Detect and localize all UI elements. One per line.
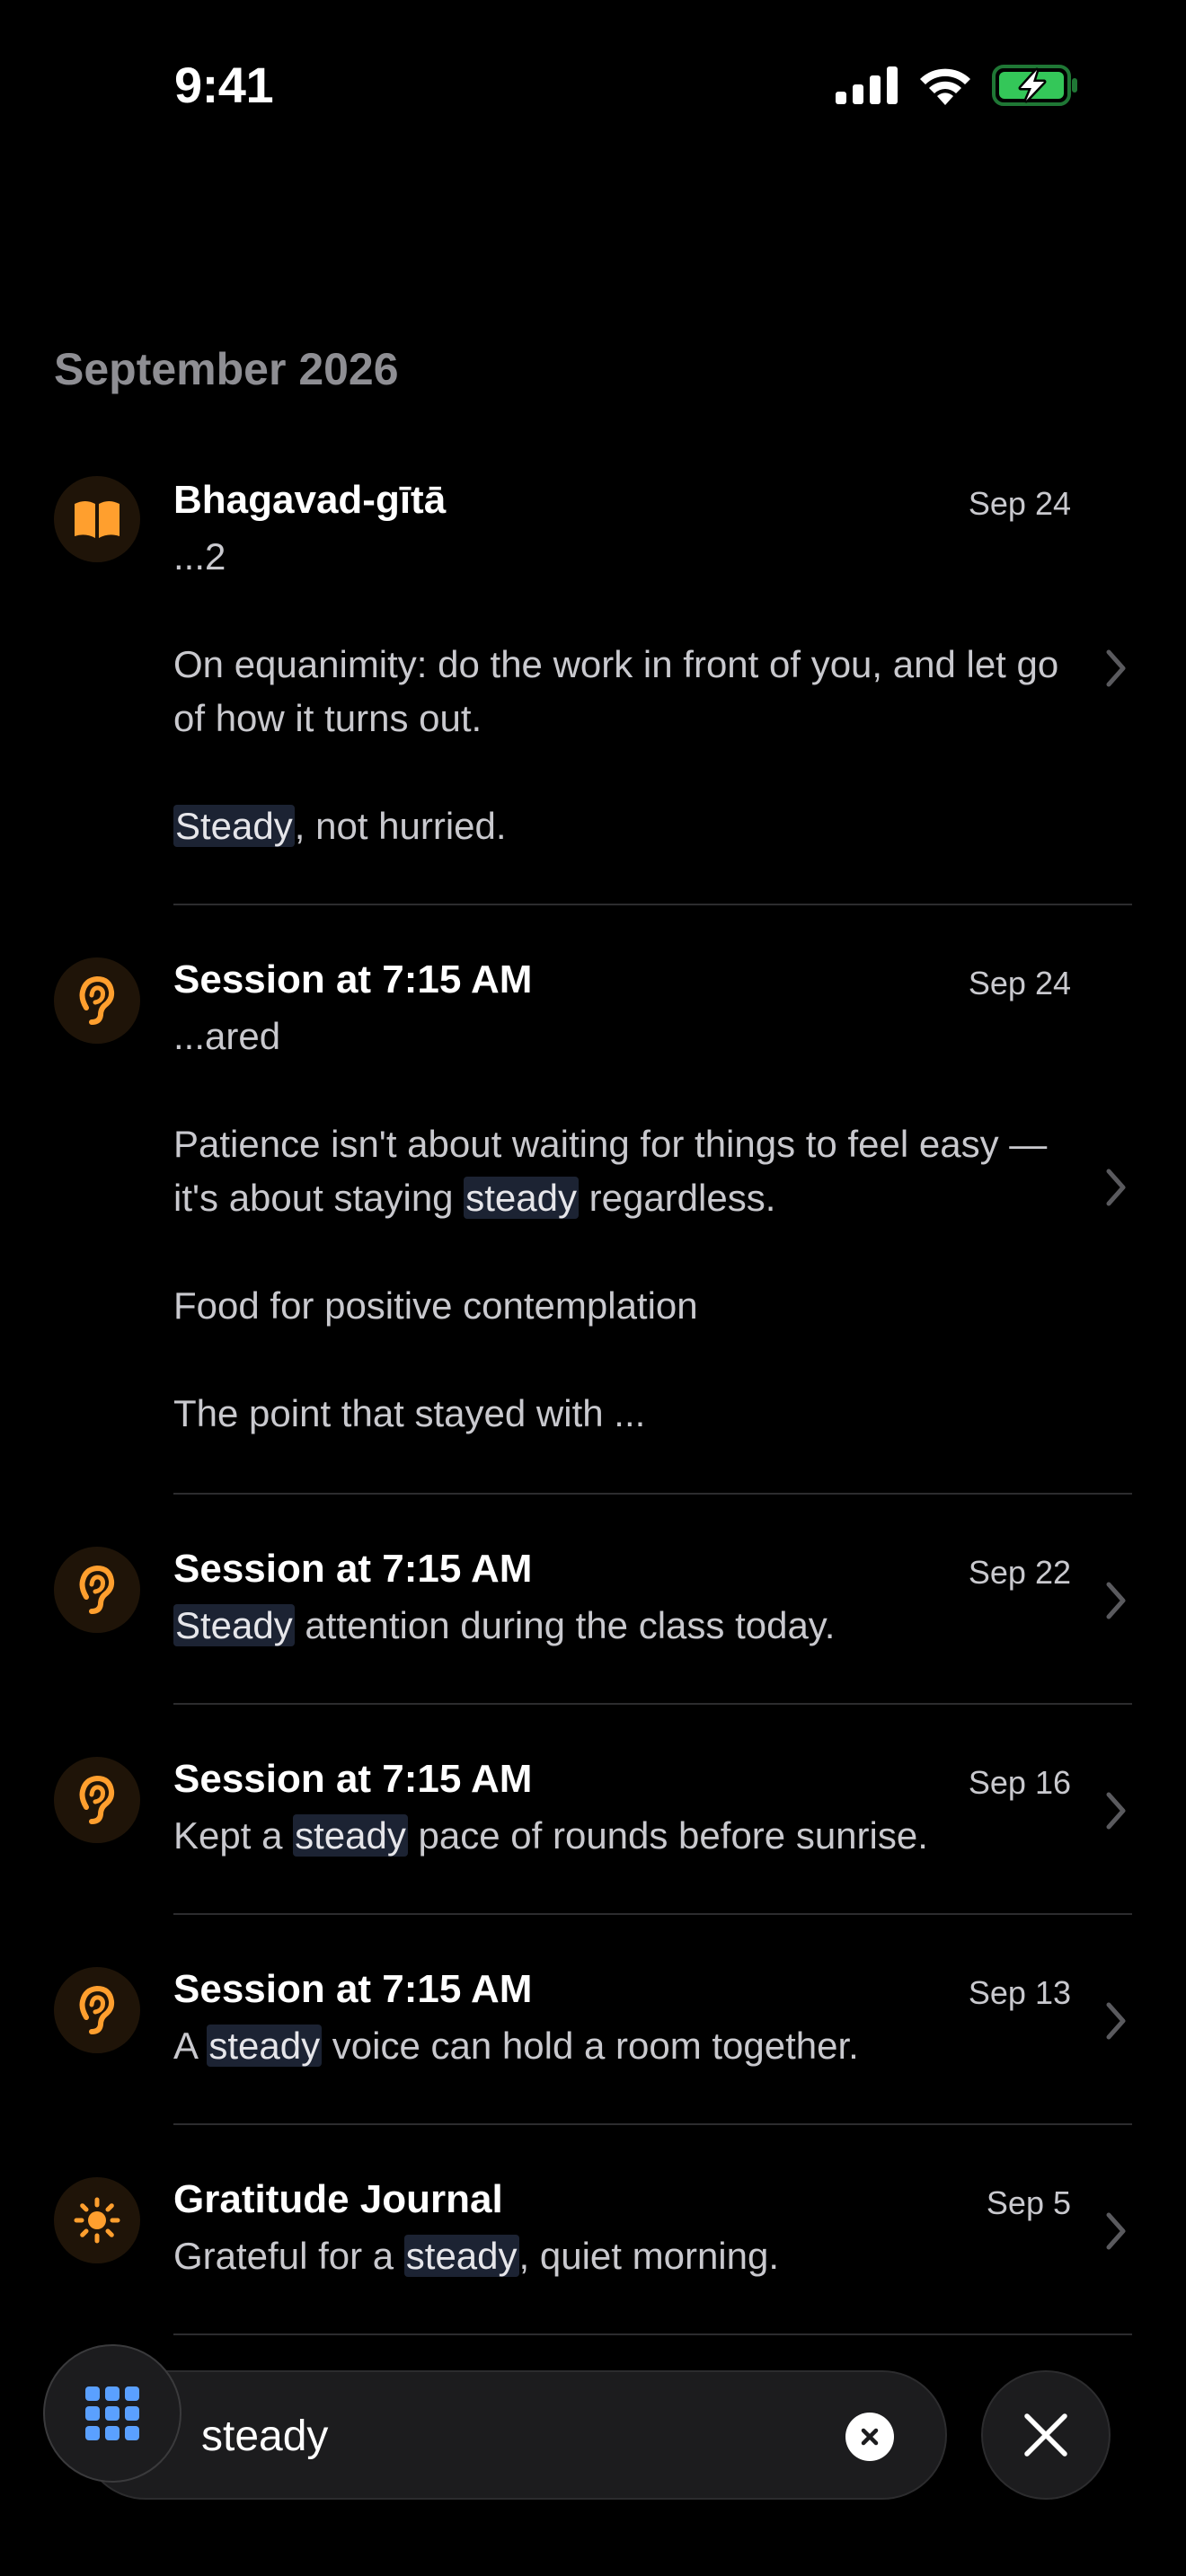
entry-snippet: Grateful for a steady, quiet morning.: [173, 2229, 1063, 2283]
entry-icon-badge: [54, 1547, 140, 1633]
entry-snippet: ...2 On equanimity: do the work in front…: [173, 530, 1063, 853]
battery-charging-icon: [992, 65, 1078, 110]
entry-date: Sep 5: [986, 2184, 1071, 2221]
cellular-signal-icon: [836, 66, 898, 109]
search-input[interactable]: steady: [81, 2370, 947, 2500]
search-match-highlight: Steady: [173, 805, 295, 847]
ear-icon: [79, 975, 115, 1025]
close-search-button[interactable]: [981, 2370, 1111, 2500]
entry-list: Bhagavad-gītā Sep 24 ...2 On equanimity:…: [0, 467, 1186, 2335]
entry-snippet-line: Steady attention during the class today.: [173, 1604, 836, 1646]
clear-search-button[interactable]: [845, 2413, 894, 2461]
bottom-search-bar: steady: [0, 2335, 1186, 2576]
entry-row[interactable]: Bhagavad-gītā Sep 24 ...2 On equanimity:…: [0, 467, 1186, 905]
search-match-highlight: steady: [403, 2235, 519, 2277]
entry-snippet: ...ared Patience isn't about waiting for…: [173, 1010, 1063, 1441]
entry-snippet: A steady voice can hold a room together.: [173, 2019, 1063, 2073]
entry-date: Sep 24: [968, 965, 1071, 1001]
entry-row[interactable]: Session at 7:15 AM Sep 24 ...ared Patien…: [0, 905, 1186, 1495]
ear-icon: [79, 1985, 115, 2034]
search-match-highlight: steady: [464, 1177, 579, 1219]
chevron-right-icon: [1106, 649, 1126, 687]
sun-icon: [74, 2197, 120, 2244]
ear-icon: [79, 1565, 115, 1614]
entry-icon-badge: [54, 1967, 140, 2053]
chevron-right-icon: [1106, 2212, 1126, 2250]
search-match-highlight: steady: [207, 2025, 323, 2067]
entry-snippet-line: ...ared: [173, 1015, 281, 1057]
entry-snippet-line: A steady voice can hold a room together.: [173, 2025, 859, 2067]
close-icon: [1024, 2413, 1067, 2457]
clear-circle-icon: [861, 2428, 879, 2446]
entry-icon-badge: [54, 2177, 140, 2263]
entry-snippet-line: On equanimity: do the work in front of y…: [173, 643, 1059, 739]
entry-icon-badge: [54, 957, 140, 1044]
entry-snippet: Kept a steady pace of rounds before sunr…: [173, 1809, 1063, 1863]
open-book-icon: [75, 501, 119, 538]
entry-snippet-line: Grateful for a steady, quiet morning.: [173, 2235, 780, 2277]
entry-title: Session at 7:15 AM: [173, 1547, 533, 1591]
entry-title: Session at 7:15 AM: [173, 957, 533, 1001]
entry-snippet-line: ...2: [173, 535, 226, 578]
entry-snippet-line: The point that stayed with ...: [173, 1392, 646, 1434]
entry-snippet-line: Kept a steady pace of rounds before sunr…: [173, 1814, 928, 1857]
entry-row[interactable]: Session at 7:15 AM Sep 16 Kept a steady …: [0, 1705, 1186, 1915]
entry-title: Session at 7:15 AM: [173, 1757, 533, 1801]
grid-menu-button[interactable]: [43, 2344, 181, 2483]
chevron-right-icon: [1106, 2002, 1126, 2040]
entry-icon-badge: [54, 1757, 140, 1843]
search-input-value[interactable]: steady: [201, 2412, 328, 2461]
chevron-right-icon: [1106, 1792, 1126, 1830]
grid-icon: [85, 2386, 139, 2440]
chevron-right-icon: [1106, 1169, 1126, 1206]
entry-row[interactable]: Session at 7:15 AM Sep 22 Steady attenti…: [0, 1495, 1186, 1705]
entry-snippet-line: Patience isn't about waiting for things …: [173, 1123, 1048, 1219]
search-match-highlight: steady: [293, 1814, 408, 1857]
entry-row[interactable]: Gratitude Journal Sep 5 Grateful for a s…: [0, 2125, 1186, 2335]
status-bar: 9:41: [0, 0, 1186, 171]
entry-date: Sep 24: [968, 485, 1071, 522]
entry-title: Bhagavad-gītā: [173, 478, 447, 522]
search-match-highlight: Steady: [173, 1604, 295, 1646]
section-header: September 2026: [54, 344, 399, 394]
entry-title: Session at 7:15 AM: [173, 1967, 533, 2011]
entry-snippet-line: Food for positive contemplation: [173, 1284, 698, 1327]
entry-date: Sep 16: [968, 1764, 1071, 1801]
entry-date: Sep 13: [968, 1974, 1071, 2011]
entry-snippet: Steady attention during the class today.: [173, 1599, 1063, 1653]
entry-snippet-line: Steady, not hurried.: [173, 805, 507, 847]
wifi-icon: [918, 66, 972, 110]
entry-row[interactable]: Session at 7:15 AM Sep 13 A steady voice…: [0, 1915, 1186, 2125]
entry-icon-badge: [54, 476, 140, 562]
chevron-right-icon: [1106, 1582, 1126, 1619]
entry-title: Gratitude Journal: [173, 2177, 503, 2221]
entry-date: Sep 22: [968, 1554, 1071, 1591]
status-time: 9:41: [174, 57, 274, 113]
ear-icon: [79, 1775, 115, 1824]
status-icons: [836, 65, 1078, 110]
